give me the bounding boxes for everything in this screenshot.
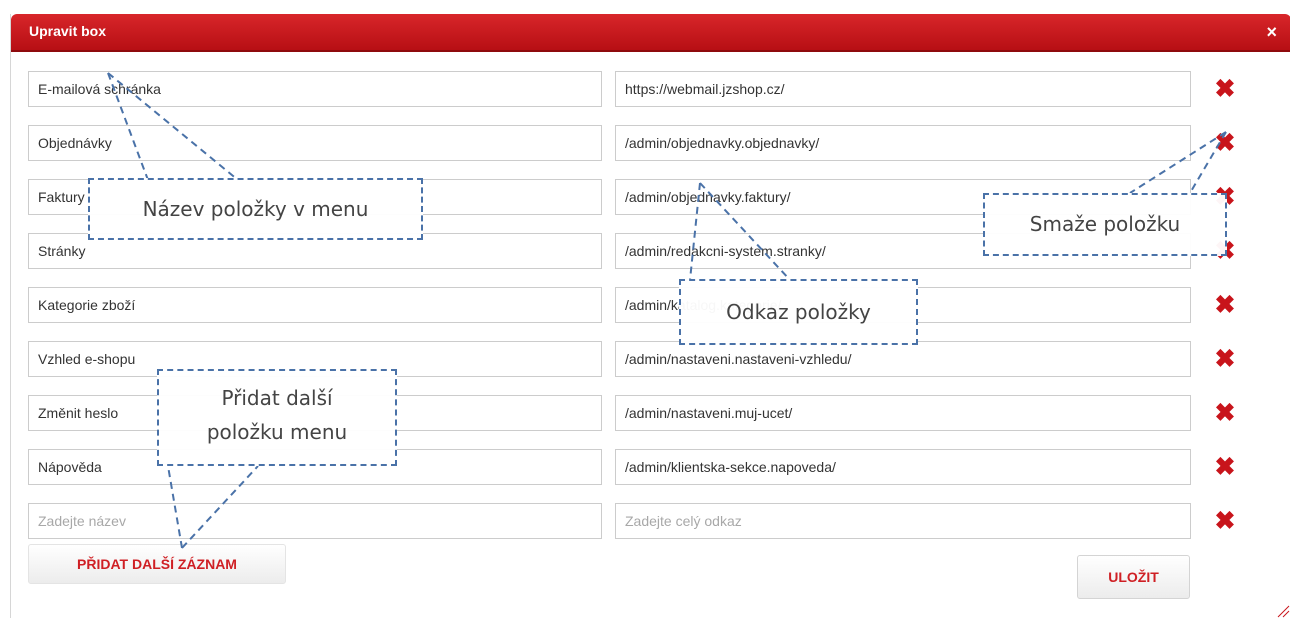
callout-item-link: Odkaz položky	[679, 279, 918, 345]
menu-item-link-input[interactable]	[615, 395, 1191, 431]
callout-add-item-line2: položku menu	[206, 420, 348, 444]
menu-item-name-input[interactable]	[28, 71, 602, 107]
menu-item-link-input[interactable]	[615, 71, 1191, 107]
close-icon[interactable]: ×	[1266, 22, 1277, 42]
delete-x-icon[interactable]: ✖	[1214, 455, 1236, 480]
callout-add-item: Přidat další položku menu	[157, 369, 397, 466]
menu-item-link-input[interactable]	[615, 125, 1191, 161]
menu-item-name-input[interactable]	[28, 125, 602, 161]
callout-add-item-line1: Přidat další	[221, 386, 333, 410]
callout-delete-item: Smaže položku	[983, 193, 1227, 256]
delete-x-icon[interactable]: ✖	[1214, 347, 1236, 372]
delete-x-icon[interactable]: ✖	[1214, 77, 1236, 102]
callout-item-name: Název položky v menu	[88, 178, 423, 240]
dialog-title: Upravit box	[29, 23, 107, 39]
delete-x-icon[interactable]: ✖	[1214, 293, 1236, 318]
delete-x-icon[interactable]: ✖	[1214, 131, 1236, 156]
menu-item-name-input[interactable]	[28, 287, 602, 323]
menu-item-link-input[interactable]	[615, 341, 1191, 377]
save-button[interactable]: ULOŽIT	[1077, 555, 1190, 599]
delete-x-icon[interactable]: ✖	[1214, 509, 1236, 534]
resize-grip-icon[interactable]	[1276, 604, 1290, 618]
new-item-link-input[interactable]	[615, 503, 1191, 539]
dialog-titlebar[interactable]: Upravit box ×	[11, 14, 1290, 52]
menu-item-link-input[interactable]	[615, 449, 1191, 485]
new-item-name-input[interactable]	[28, 503, 602, 539]
add-record-button[interactable]: PŘIDAT DALŠÍ ZÁZNAM	[28, 544, 286, 584]
delete-x-icon[interactable]: ✖	[1214, 401, 1236, 426]
